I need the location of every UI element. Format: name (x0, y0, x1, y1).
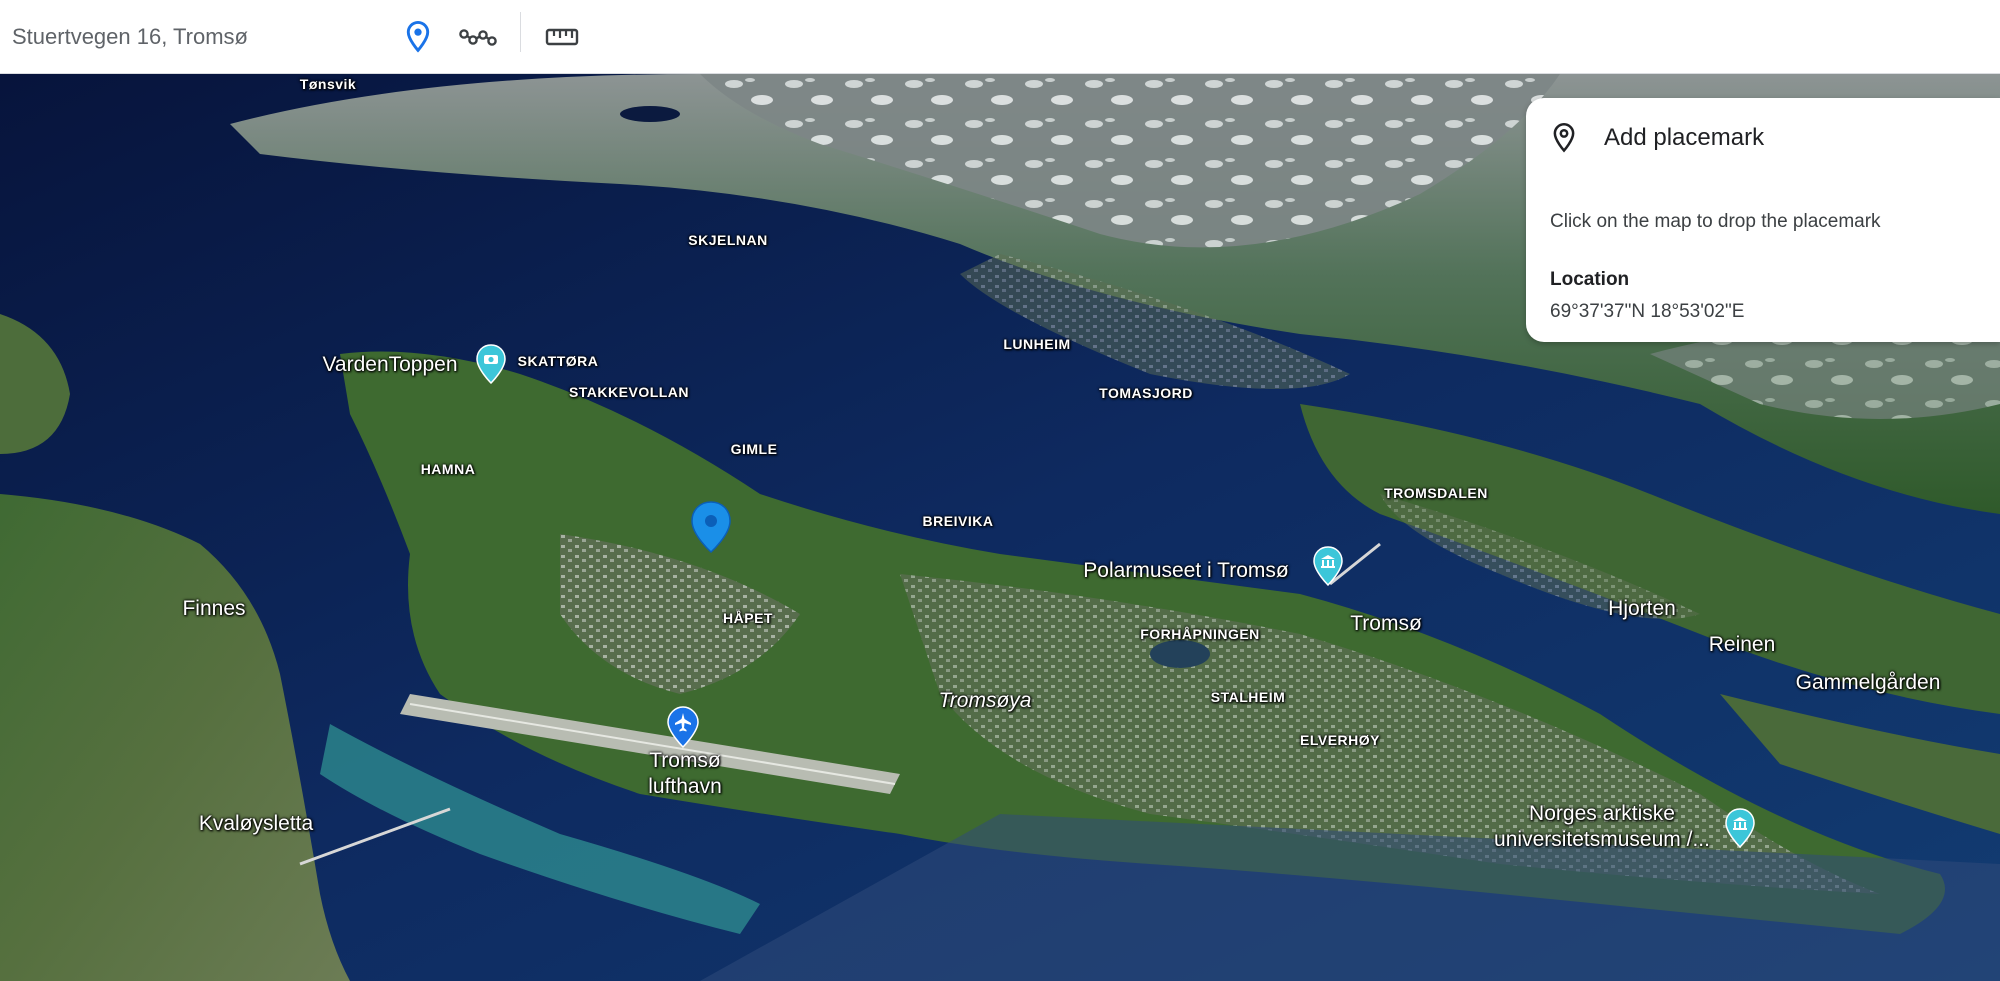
museum-poi-pin[interactable] (1312, 546, 1344, 586)
museum-icon (1313, 546, 1343, 586)
map-label: TOMASJORD (1099, 385, 1193, 401)
search-input[interactable] (12, 18, 372, 56)
panel-title: Add placemark (1604, 124, 1765, 151)
location-label: Location (1550, 269, 1630, 290)
map-label: FORHÅPNINGEN (1140, 626, 1260, 642)
toolbar-divider (520, 12, 521, 52)
map-label: SKJELNAN (688, 232, 768, 248)
top-toolbar (0, 0, 2000, 74)
measure-tool-button[interactable] (539, 14, 585, 60)
map-label: Gammelgården (1795, 671, 1941, 694)
camera-icon (476, 344, 506, 384)
poi-label-line: lufthavn (648, 775, 722, 798)
map-label: Tromsøya (938, 689, 1032, 712)
map-label: STALHEIM (1210, 689, 1286, 705)
museum-icon (1725, 808, 1755, 848)
poi-label-airport[interactable]: Tromsø lufthavn (648, 748, 722, 800)
placemark-pin[interactable] (689, 500, 733, 554)
poi-label-vardentoppen[interactable]: VardenToppen (322, 352, 457, 378)
placemark-tool-button[interactable] (395, 14, 441, 60)
map-label: Tønsvik (299, 76, 357, 92)
airport-poi-pin[interactable] (666, 706, 700, 748)
map-label: SKATTØRA (517, 353, 599, 369)
poi-label-line: Norges arktiske (1529, 802, 1675, 825)
poi-label-line: universitetsmuseum /... (1494, 828, 1710, 851)
map-label: STAKKEVOLLAN (568, 384, 690, 400)
map-label: BREIVIKA (922, 513, 994, 529)
viewpoint-poi-pin[interactable] (475, 344, 507, 384)
location-pin-icon (1553, 123, 1575, 153)
poi-label-line: Tromsø (649, 749, 721, 772)
map-label: LUNHEIM (1003, 336, 1071, 352)
path-tool-button[interactable] (455, 14, 501, 60)
map-label: Reinen (1708, 633, 1776, 656)
panel-hint: Click on the map to drop the placemark (1550, 211, 1881, 232)
map-label: Hjorten (1608, 597, 1676, 620)
ruler-icon (545, 28, 579, 46)
airplane-icon (667, 706, 699, 748)
map-label: Finnes (182, 597, 246, 620)
location-pin-icon (691, 501, 731, 554)
map-label: Tromsø (1350, 612, 1422, 635)
poi-label-polarmuseet[interactable]: Polarmuseet i Tromsø (1083, 558, 1288, 584)
museum-poi-pin[interactable] (1724, 808, 1756, 848)
add-placemark-panel: Add placemark Click on the map to drop t… (1526, 98, 2000, 342)
map-label: HAMNA (420, 461, 476, 477)
map-label: HÅPET (723, 610, 773, 626)
location-pin-icon (406, 20, 430, 53)
map-label: GIMLE (730, 441, 778, 457)
map-label: ELVERHØY (1300, 732, 1380, 748)
path-icon (459, 29, 497, 46)
poi-label-museum[interactable]: Norges arktiske universitetsmuseum /... (1494, 801, 1710, 853)
panel-header: Add placemark (1550, 122, 1764, 154)
location-value: 69°37'37"N 18°53'02"E (1550, 301, 1745, 322)
map-label: TROMSDALEN (1384, 485, 1488, 501)
map-label: Kvaløysletta (198, 812, 314, 835)
